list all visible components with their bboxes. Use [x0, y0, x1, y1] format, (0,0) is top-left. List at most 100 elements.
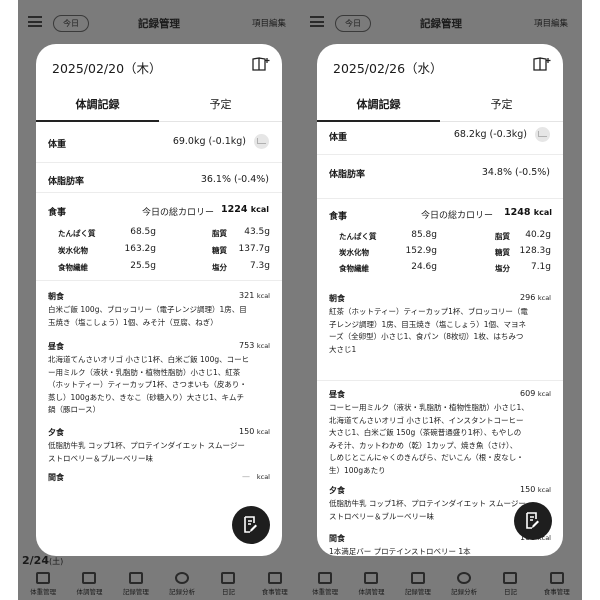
- document-icon: [128, 572, 143, 584]
- tab-condition-record[interactable]: 体調記録: [317, 96, 440, 122]
- breakfast-entry[interactable]: 朝食 321 kcal 白米ご飯 100g、ブロッコリー（電子レンジ調理）1房、…: [48, 291, 270, 329]
- weight-row[interactable]: 体重 68.2kg (-0.3kg): [317, 126, 563, 154]
- record-detail-card: 2025/02/26（水） 体調記録 予定 体重 68.2kg (-0.3kg)…: [317, 44, 563, 556]
- nutrient-value: 7.3g: [249, 261, 270, 271]
- meal-calories: 321 kcal: [239, 291, 270, 300]
- utensils-icon: [549, 572, 564, 584]
- body-fat-value: 34.8% (-0.5%): [481, 167, 550, 178]
- meal-summary-row[interactable]: 食事 今日の総カロリー 1248 kcal たんぱく質 85.8g 脂質 40.…: [317, 198, 563, 354]
- utensils-icon: [267, 572, 282, 584]
- nutrient-value: 7.1g: [530, 262, 551, 272]
- card-date: 2025/02/26（水）: [333, 61, 443, 76]
- bottom-navigation: 体重管理 体調管理 記録管理 記録分析 日記 食事管理: [300, 572, 582, 600]
- app-bar: 今日 記録管理 項目編集: [18, 8, 300, 38]
- meal-name: 夕食: [329, 486, 345, 495]
- meal-name: 間食: [329, 534, 345, 543]
- lunch-entry[interactable]: 昼食 609 kcal コーヒー用ミルク（液状・乳脂肪・植物性脂肪）小さじ1、北…: [329, 389, 551, 477]
- nav-weight[interactable]: 体重管理: [303, 572, 347, 600]
- meal-name: 間食: [48, 473, 64, 482]
- body-fat-row[interactable]: 体脂肪率 36.1% (-0.4%): [36, 162, 282, 192]
- bottom-navigation: 体重管理 体調管理 記録管理 記録分析 日記 食事管理: [18, 572, 300, 600]
- meal-label: 食事: [329, 212, 348, 222]
- meal-calories: 753 kcal: [239, 341, 270, 350]
- record-list[interactable]: 体重 68.2kg (-0.3kg) 体脂肪率 34.8% (-0.5%) 食事…: [317, 126, 563, 556]
- breakfast-entry[interactable]: 朝食 296 kcal 紅茶（ホットティー）ティーカップ1杯、ブロッコリー（電子…: [329, 293, 551, 356]
- nutrient-value: 152.9g: [405, 246, 437, 256]
- phone-screen-right: 今日 記録管理 項目編集 体重管理 体調管理 記録管理 記録分析 日記 食事管理…: [300, 0, 582, 600]
- body-fat-value: 36.1% (-0.4%): [200, 174, 269, 185]
- nutrient-name: たんぱく質: [58, 229, 96, 238]
- total-calorie-value: 1224 kcal: [221, 204, 269, 215]
- nav-diary[interactable]: 日記: [206, 572, 250, 600]
- edit-record-fab[interactable]: [232, 506, 270, 544]
- nav-analysis[interactable]: 記録分析: [442, 572, 486, 600]
- dinner-entry[interactable]: 夕食 150 kcal 低脂肪牛乳 コップ1杯、プロテインダイエット スムージー…: [48, 427, 270, 465]
- nav-analysis[interactable]: 記録分析: [160, 572, 204, 600]
- tab-schedule[interactable]: 予定: [440, 96, 563, 122]
- meal-calories: 150 kcal: [520, 485, 551, 494]
- total-calorie-label: 今日の総カロリー: [142, 208, 215, 218]
- weight-value: 68.2kg (-0.3kg): [453, 129, 527, 140]
- scale-icon: [318, 572, 333, 584]
- meal-name: 朝食: [48, 292, 64, 301]
- meal-description: 1本満足バー プロテインストロベリー 1本: [329, 547, 471, 556]
- tab-condition-record[interactable]: 体調記録: [36, 96, 159, 122]
- nav-records[interactable]: 記録管理: [114, 572, 158, 600]
- nutrient-value: 24.6g: [411, 262, 437, 272]
- phone-screen-left: 今日 記録管理 項目編集 2/24(土) 体重管理 体調管理 記録管理 記録分析…: [18, 0, 300, 600]
- body-fat-label: 体脂肪率: [329, 170, 366, 180]
- item-edit-button[interactable]: 項目編集: [534, 17, 568, 29]
- meal-description: 白米ご飯 100g、ブロッコリー（電子レンジ調理）1房、目 玉焼き（塩こしょう）1…: [48, 305, 247, 327]
- meal-description: 紅茶（ホットティー）ティーカップ1杯、ブロッコリー（電 子レンジ調理）1房、目玉焼…: [329, 307, 528, 354]
- nutrient-value: 43.5g: [244, 227, 270, 237]
- nav-diary[interactable]: 日記: [488, 572, 532, 600]
- tab-bar: 体調記録 予定: [317, 96, 563, 122]
- meal-calories: 150 kcal: [239, 427, 270, 436]
- nutrient-value: 137.7g: [238, 244, 270, 254]
- meal-description: コーヒー用ミルク（液状・乳脂肪・植物性脂肪）小さじ1、 北海道てんさいオリゴ 小さ…: [329, 403, 529, 475]
- meal-name: 夕食: [48, 428, 64, 437]
- edit-note-icon: [526, 512, 539, 529]
- nutrient-value: 128.3g: [519, 246, 551, 256]
- snack-entry[interactable]: 間食 — kcal: [48, 472, 270, 483]
- snack-entry[interactable]: 間食 100 kcal 1本満足バー プロテインストロベリー 1本: [329, 533, 551, 556]
- book-icon: [221, 572, 236, 584]
- meal-name: 昼食: [48, 342, 64, 351]
- nav-condition[interactable]: 体調管理: [67, 572, 111, 600]
- nutrient-value: 25.5g: [130, 261, 156, 271]
- nav-meals[interactable]: 食事管理: [253, 572, 297, 600]
- nav-weight[interactable]: 体重管理: [21, 572, 65, 600]
- tab-schedule[interactable]: 予定: [159, 96, 282, 122]
- edit-note-icon: [244, 516, 257, 533]
- body-fat-label: 体脂肪率: [48, 177, 85, 187]
- add-diary-icon[interactable]: [252, 57, 270, 71]
- weight-value: 69.0kg (-0.1kg): [172, 136, 246, 147]
- document-icon: [410, 572, 425, 584]
- nutrient-name: 炭水化物: [339, 248, 369, 257]
- meal-description: 北海道てんさいオリゴ 小さじ1杯、白米ご飯 100g、コーヒ ー用ミルク（液状・乳…: [48, 355, 250, 414]
- card-date: 2025/02/20（木）: [52, 61, 162, 76]
- nav-records[interactable]: 記録管理: [396, 572, 440, 600]
- weight-label: 体重: [48, 140, 67, 150]
- add-diary-icon[interactable]: [533, 57, 551, 71]
- nutrient-name: たんぱく質: [339, 232, 377, 241]
- book-icon: [503, 572, 518, 584]
- heart-icon: [364, 572, 379, 584]
- meal-calories: kcal: [256, 473, 270, 481]
- pie-chart-icon: [457, 572, 472, 584]
- scale-icon: [36, 572, 51, 584]
- item-edit-button[interactable]: 項目編集: [252, 17, 286, 29]
- weight-graph-icon[interactable]: [254, 134, 269, 149]
- edit-record-fab[interactable]: [514, 502, 552, 540]
- weight-row[interactable]: 体重 69.0kg (-0.1kg): [36, 126, 282, 162]
- nav-meals[interactable]: 食事管理: [535, 572, 579, 600]
- record-list[interactable]: 体重 69.0kg (-0.1kg) 体脂肪率 36.1% (-0.4%) 食事…: [36, 126, 282, 556]
- body-fat-row[interactable]: 体脂肪率 34.8% (-0.5%): [317, 154, 563, 198]
- weight-graph-icon[interactable]: [535, 127, 550, 142]
- nav-condition[interactable]: 体調管理: [349, 572, 393, 600]
- nutrient-name: 食物繊維: [58, 263, 88, 272]
- lunch-entry[interactable]: 昼食 753 kcal 北海道てんさいオリゴ 小さじ1杯、白米ご飯 100g、コ…: [48, 341, 270, 417]
- record-detail-card: 2025/02/20（木） 体調記録 予定 体重 69.0kg (-0.1kg)…: [36, 44, 282, 556]
- meal-summary-row[interactable]: 食事 今日の総カロリー 1224 kcal たんぱく質 68.5g 脂質 43.…: [36, 192, 282, 280]
- nutrient-value: 68.5g: [130, 227, 156, 237]
